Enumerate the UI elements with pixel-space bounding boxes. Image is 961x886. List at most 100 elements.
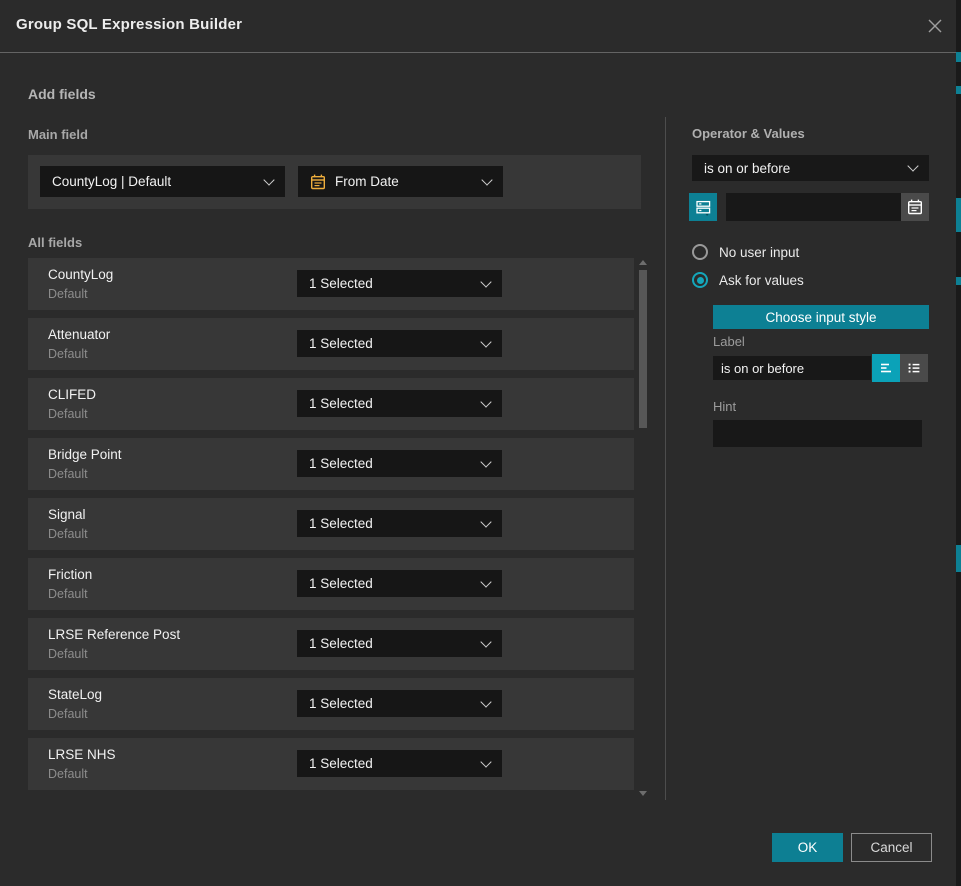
main-field-select[interactable]: CountyLog | Default [40, 166, 285, 197]
chevron-down-icon [480, 516, 491, 527]
radio-selected-icon [692, 272, 708, 288]
field-row-lrse-reference-post: LRSE Reference Post Default 1 Selected [28, 618, 634, 670]
date-picker-button[interactable] [901, 193, 929, 221]
edge-accent [956, 277, 961, 285]
select-value: 1 Selected [309, 276, 482, 291]
field-sublabel: Default [48, 527, 88, 541]
chevron-down-icon [480, 336, 491, 347]
chevron-down-icon [480, 396, 491, 407]
operator-select[interactable]: is on or before [692, 155, 929, 181]
edge-accent [956, 198, 961, 232]
field-sublabel: Default [48, 767, 88, 781]
date-value-input[interactable] [726, 193, 901, 221]
calendar-icon [907, 199, 923, 215]
label-input[interactable] [713, 356, 871, 380]
field-row-countylog: CountyLog Default 1 Selected [28, 258, 634, 310]
field-row-lrse-nhs: LRSE NHS Default 1 Selected [28, 738, 634, 790]
edge-accent [956, 52, 961, 62]
select-value: 1 Selected [309, 396, 482, 411]
field-name: CountyLog [48, 267, 113, 282]
value-source-button[interactable] [689, 193, 717, 221]
ok-button[interactable]: OK [772, 833, 843, 862]
field-values-select[interactable]: 1 Selected [297, 750, 502, 777]
operator-select-value: is on or before [704, 161, 909, 176]
list-scrollbar[interactable] [637, 258, 649, 798]
background-app-edge [956, 0, 961, 886]
chevron-down-icon [480, 636, 491, 647]
panel-divider [665, 117, 666, 800]
field-sublabel: Default [48, 407, 88, 421]
field-name: Attenuator [48, 327, 110, 342]
field-sublabel: Default [48, 587, 88, 601]
select-value: 1 Selected [309, 516, 482, 531]
dialog-titlebar: Group SQL Expression Builder [0, 0, 956, 52]
radio-label: No user input [719, 245, 799, 260]
field-sublabel: Default [48, 707, 88, 721]
main-field-row: CountyLog | Default From Date [28, 155, 641, 209]
field-name: LRSE Reference Post [48, 627, 180, 642]
field-sublabel: Default [48, 467, 88, 481]
field-name: CLIFED [48, 387, 96, 402]
title-separator [0, 52, 956, 53]
calendar-icon [310, 174, 326, 190]
values-stack-icon [695, 199, 712, 216]
chevron-down-icon [480, 756, 491, 767]
main-date-field-select[interactable]: From Date [298, 166, 503, 197]
field-name: Bridge Point [48, 447, 122, 462]
field-name: StateLog [48, 687, 102, 702]
label-caption: Label [713, 334, 745, 349]
group-sql-expression-builder-dialog: Group SQL Expression Builder Add fields … [0, 0, 961, 886]
all-fields-label: All fields [28, 235, 82, 250]
all-fields-list: CountyLog Default 1 Selected Attenuator … [28, 258, 634, 798]
field-name: Signal [48, 507, 86, 522]
field-values-select[interactable]: 1 Selected [297, 690, 502, 717]
add-fields-heading: Add fields [28, 86, 96, 102]
hint-input[interactable] [713, 420, 922, 447]
field-values-select[interactable]: 1 Selected [297, 390, 502, 417]
field-sublabel: Default [48, 347, 88, 361]
chevron-down-icon [263, 174, 274, 185]
select-value: 1 Selected [309, 696, 482, 711]
chevron-down-icon [480, 456, 491, 467]
scrollbar-thumb[interactable] [639, 270, 647, 428]
chevron-down-icon [907, 160, 918, 171]
single-line-input-style-button[interactable] [872, 354, 900, 382]
field-row-statelog: StateLog Default 1 Selected [28, 678, 634, 730]
main-field-label: Main field [28, 127, 88, 142]
field-sublabel: Default [48, 287, 88, 301]
field-row-clifed: CLIFED Default 1 Selected [28, 378, 634, 430]
choose-input-style-button[interactable]: Choose input style [713, 305, 929, 329]
hint-caption: Hint [713, 399, 736, 414]
chevron-down-icon [480, 696, 491, 707]
field-row-signal: Signal Default 1 Selected [28, 498, 634, 550]
radio-ask-for-values[interactable]: Ask for values [692, 272, 804, 288]
edge-accent [956, 86, 961, 94]
edge-accent [956, 545, 961, 572]
field-row-friction: Friction Default 1 Selected [28, 558, 634, 610]
align-left-lines-icon [878, 360, 894, 376]
field-values-select[interactable]: 1 Selected [297, 630, 502, 657]
radio-label: Ask for values [719, 273, 804, 288]
select-value: 1 Selected [309, 456, 482, 471]
radio-circle-icon [692, 244, 708, 260]
scroll-up-icon[interactable] [639, 260, 647, 265]
list-input-style-button[interactable] [900, 354, 928, 382]
operator-values-heading: Operator & Values [692, 126, 805, 141]
cancel-button[interactable]: Cancel [851, 833, 932, 862]
select-value: 1 Selected [309, 636, 482, 651]
field-values-select[interactable]: 1 Selected [297, 330, 502, 357]
field-values-select[interactable]: 1 Selected [297, 270, 502, 297]
close-icon [926, 17, 944, 35]
field-values-select[interactable]: 1 Selected [297, 450, 502, 477]
select-value: 1 Selected [309, 756, 482, 771]
field-values-select[interactable]: 1 Selected [297, 510, 502, 537]
radio-no-user-input[interactable]: No user input [692, 244, 799, 260]
chevron-down-icon [480, 576, 491, 587]
close-button[interactable] [925, 16, 945, 36]
field-values-select[interactable]: 1 Selected [297, 570, 502, 597]
field-row-attenuator: Attenuator Default 1 Selected [28, 318, 634, 370]
scroll-down-icon[interactable] [639, 791, 647, 796]
dialog-title: Group SQL Expression Builder [16, 16, 242, 33]
main-field-select-value: CountyLog | Default [52, 174, 265, 189]
chevron-down-icon [481, 174, 492, 185]
